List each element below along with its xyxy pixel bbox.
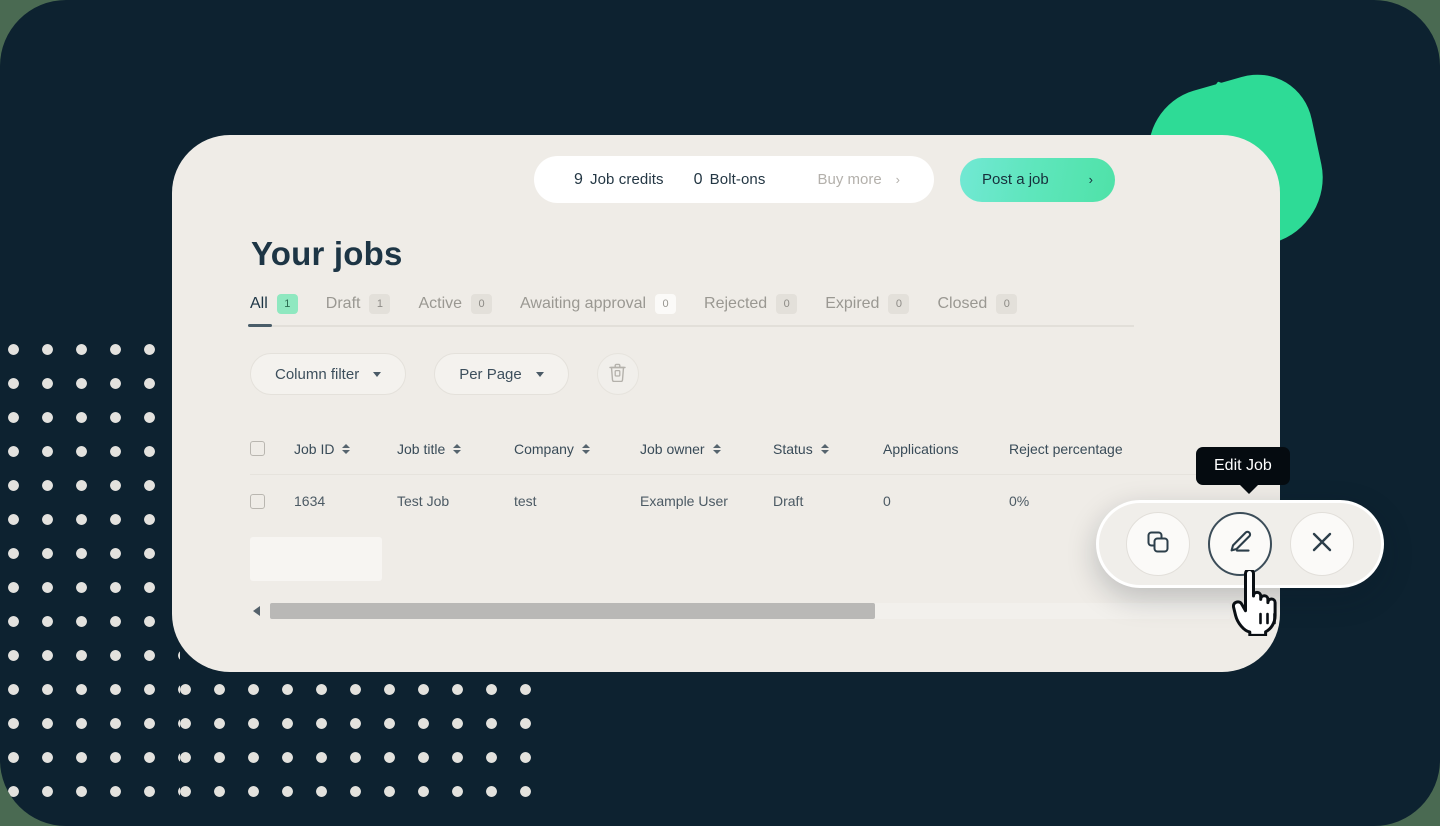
- column-header-job-id[interactable]: Job ID: [294, 441, 397, 457]
- cell-job-owner: Example User: [640, 493, 728, 509]
- column-header-applications: Applications: [883, 441, 1009, 457]
- close-icon: [1309, 529, 1335, 560]
- select-all-cell: [250, 441, 294, 456]
- screenshot-stage: 9 Job credits 0 Bolt-ons Buy more › Post…: [0, 0, 1440, 826]
- bolt-ons-count: 0: [693, 170, 703, 188]
- cell-company: test: [514, 493, 537, 509]
- dot-pattern-left: [8, 344, 180, 814]
- chevron-down-icon: [535, 371, 544, 377]
- edit-job-button[interactable]: [1208, 512, 1272, 576]
- row-checkbox[interactable]: [250, 493, 265, 509]
- bolt-ons-item: 0 Bolt-ons: [694, 171, 766, 189]
- select-all-checkbox[interactable]: [250, 441, 265, 456]
- tab-label: Rejected: [704, 295, 768, 312]
- jobs-dashboard-card: 9 Job credits 0 Bolt-ons Buy more › Post…: [172, 135, 1280, 672]
- delete-selected-button[interactable]: [596, 353, 639, 395]
- credits-pill: 9 Job credits 0 Bolt-ons Buy more ›: [534, 156, 935, 203]
- column-filter-label: Column filter: [275, 365, 360, 383]
- job-status-tabs: All 1 Draft 1 Active 0 Awaiting approval…: [248, 294, 1134, 327]
- job-credits-label: Job credits: [590, 170, 664, 188]
- cell-applications: 0: [883, 493, 891, 509]
- bolt-ons-label: Bolt-ons: [709, 170, 766, 188]
- column-header-reject-percentage: Reject percentage: [1009, 441, 1169, 457]
- credits-toolbar: 9 Job credits 0 Bolt-ons Buy more › Post…: [534, 156, 1116, 203]
- tab-awaiting-approval[interactable]: Awaiting approval 0: [520, 294, 677, 316]
- tooltip-edit-job: Edit Job: [1196, 447, 1290, 494]
- chevron-right-icon: ›: [1088, 172, 1094, 187]
- scroll-right-icon[interactable]: [1238, 606, 1250, 616]
- column-label: Job title: [397, 440, 446, 457]
- column-label: Company: [514, 440, 574, 457]
- column-header-job-owner[interactable]: Job owner: [640, 441, 773, 457]
- duplicate-job-button[interactable]: [1126, 512, 1190, 576]
- column-header-job-title[interactable]: Job title: [397, 441, 514, 457]
- table-controls: Column filter Per Page: [250, 353, 639, 395]
- cell-job-id: 1634: [294, 493, 326, 509]
- horizontal-scrollbar[interactable]: [250, 600, 1250, 622]
- row-action-toolbar: [1096, 500, 1384, 588]
- page-title: Your jobs: [251, 235, 403, 272]
- tab-draft[interactable]: Draft 1: [326, 294, 391, 316]
- buy-more-label: Buy more: [817, 171, 882, 188]
- pencil-icon: [1226, 528, 1254, 561]
- tab-label: Expired: [825, 295, 880, 312]
- per-page-label: Per Page: [459, 365, 522, 383]
- column-label: Job owner: [640, 440, 705, 457]
- table-placeholder-cell: [250, 537, 382, 581]
- column-header-company[interactable]: Company: [514, 441, 640, 457]
- close-job-button[interactable]: [1290, 512, 1354, 576]
- tab-label: Awaiting approval: [520, 295, 647, 312]
- buy-more-link[interactable]: Buy more ›: [817, 171, 908, 188]
- tab-count-badge: 0: [888, 294, 910, 314]
- post-a-job-label: Post a job: [982, 171, 1049, 188]
- trash-icon: [609, 363, 626, 385]
- sort-toggle-icon[interactable]: [712, 443, 721, 454]
- tab-expired[interactable]: Expired 0: [825, 294, 910, 316]
- row-select-cell: [250, 493, 294, 509]
- chevron-right-icon: ›: [895, 172, 901, 187]
- post-a-job-button[interactable]: Post a job ›: [960, 157, 1116, 202]
- copy-icon: [1145, 529, 1171, 560]
- column-label: Reject percentage: [1009, 440, 1123, 457]
- column-label: Job ID: [294, 440, 335, 457]
- sort-toggle-icon[interactable]: [453, 443, 462, 454]
- table-header-row: Job ID Job title Company Job owner Statu…: [250, 423, 1280, 475]
- sort-toggle-icon[interactable]: [581, 443, 590, 454]
- tab-label: All: [250, 295, 268, 312]
- scrollbar-thumb[interactable]: [270, 603, 875, 619]
- tab-all[interactable]: All 1: [248, 294, 298, 327]
- tab-rejected[interactable]: Rejected 0: [704, 294, 798, 316]
- tab-count-badge: 0: [996, 294, 1018, 314]
- sort-toggle-icon[interactable]: [342, 443, 351, 454]
- tab-count-badge: 1: [276, 294, 298, 314]
- column-label: Status: [773, 440, 813, 457]
- sort-toggle-icon[interactable]: [820, 443, 829, 454]
- tab-active[interactable]: Active 0: [418, 294, 493, 316]
- tab-label: Active: [418, 295, 463, 312]
- tab-label: Draft: [325, 295, 361, 312]
- column-header-status[interactable]: Status: [773, 441, 883, 457]
- tab-count-badge: 0: [655, 294, 677, 314]
- tab-closed[interactable]: Closed 0: [937, 294, 1018, 316]
- per-page-dropdown[interactable]: Per Page: [434, 353, 569, 395]
- job-credits-item: 9 Job credits: [574, 171, 664, 189]
- dark-frame: 9 Job credits 0 Bolt-ons Buy more › Post…: [0, 0, 1440, 826]
- column-filter-dropdown[interactable]: Column filter: [250, 353, 407, 395]
- chevron-down-icon: [373, 371, 382, 377]
- tab-count-badge: 0: [471, 294, 493, 314]
- tab-count-badge: 1: [369, 294, 391, 314]
- scroll-left-icon[interactable]: [250, 606, 262, 616]
- scrollbar-track[interactable]: [270, 603, 1230, 619]
- job-credits-count: 9: [574, 170, 583, 188]
- tab-count-badge: 0: [776, 294, 798, 314]
- cell-status: Draft: [773, 493, 804, 509]
- tab-label: Closed: [937, 295, 988, 312]
- cell-job-title: Test Job: [397, 493, 450, 509]
- column-label: Applications: [883, 440, 959, 457]
